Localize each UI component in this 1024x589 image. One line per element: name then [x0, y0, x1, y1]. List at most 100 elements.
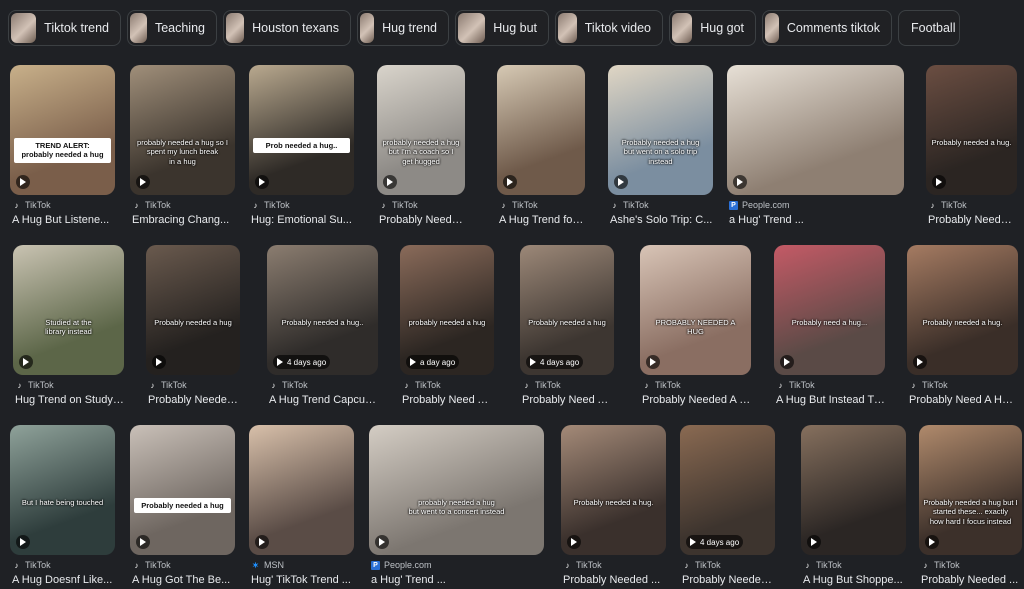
video-play-badge[interactable]	[19, 355, 33, 369]
result-title[interactable]: a Hug' Trend ...	[371, 574, 544, 586]
result-thumbnail[interactable]: Probably needed a hug but went on a solo…	[608, 65, 713, 195]
video-play-badge[interactable]	[567, 535, 581, 549]
related-search-chip[interactable]: Hug but	[455, 10, 549, 46]
related-search-chip[interactable]: Football	[898, 10, 960, 46]
result-thumbnail[interactable]: Probably needed a hug	[146, 245, 240, 375]
related-search-chip[interactable]: Hug got	[669, 10, 756, 46]
video-play-badge[interactable]	[16, 535, 30, 549]
image-result-card[interactable]: PROBABLY NEEDED A HUG ♪ TikTok Probably Nee…	[640, 245, 751, 409]
result-title[interactable]: Probably Need A H...	[402, 394, 494, 406]
result-title[interactable]: Embracing Chang...	[132, 214, 235, 226]
video-play-badge[interactable]	[255, 175, 269, 189]
result-source[interactable]: ♪ TikTok	[803, 559, 842, 571]
image-result-card[interactable]: 4 days ago ♪ TikTok Probably Needed ...	[680, 425, 775, 589]
result-thumbnail[interactable]: Probably needed a hug.	[926, 65, 1017, 195]
result-title[interactable]: Probably Need A H...	[522, 394, 614, 406]
result-title[interactable]: Probably Need A Hug ...	[909, 394, 1018, 406]
video-play-badge[interactable]: 4 days ago	[526, 355, 584, 369]
result-thumbnail[interactable]	[249, 425, 354, 555]
result-thumbnail[interactable]: probably needed a hug but went to a conc…	[369, 425, 544, 555]
video-play-badge[interactable]	[913, 355, 927, 369]
result-source[interactable]: ♪ TikTok	[921, 559, 960, 571]
result-title[interactable]: Hug: Emotional Su...	[251, 214, 354, 226]
image-result-card[interactable]: Probably needed a hug but went on a solo…	[608, 65, 713, 229]
image-result-card[interactable]: TREND ALERT: probably needed a hug ♪ TikTo…	[10, 65, 115, 229]
video-play-badge[interactable]	[383, 175, 397, 189]
image-result-card[interactable]: But I hate being touched ♪ TikTok A Hug Doe…	[10, 425, 115, 589]
image-result-card[interactable]: Probably needed a hug 4 days ago ♪ TikTok Pr…	[520, 245, 614, 409]
image-result-card[interactable]: Probably needed a hug ♪ TikTok A Hug Got Th…	[130, 425, 235, 589]
result-source[interactable]: ♪ TikTok	[522, 379, 561, 391]
related-search-chip[interactable]: Teaching	[127, 10, 217, 46]
result-title[interactable]: A Hug Got The Be...	[132, 574, 235, 586]
image-result-card[interactable]: ♪ TikTok A Hug Trend for Te...	[497, 65, 585, 229]
video-play-badge[interactable]	[932, 175, 946, 189]
image-result-card[interactable]: probably needed a hug but went to a conc…	[369, 425, 544, 589]
result-thumbnail[interactable]: probably needed a hug so I spent my lunc…	[130, 65, 235, 195]
result-title[interactable]: Probably Needed A H...	[642, 394, 751, 406]
result-thumbnail[interactable]	[497, 65, 585, 195]
image-result-card[interactable]: Studied at the library instead ♪ TikTok Hug…	[13, 245, 124, 409]
result-source[interactable]: ♪ TikTok	[563, 559, 602, 571]
result-thumbnail[interactable]: Probably needed a hug but I started thes…	[919, 425, 1022, 555]
video-play-badge[interactable]: a day ago	[406, 355, 460, 369]
related-search-chip[interactable]: Houston texans	[223, 10, 351, 46]
result-thumbnail[interactable]: TREND ALERT: probably needed a hug	[10, 65, 115, 195]
video-play-badge[interactable]	[375, 535, 389, 549]
result-title[interactable]: Probably Needed ...	[921, 574, 1022, 586]
video-play-badge[interactable]	[136, 175, 150, 189]
related-search-chip[interactable]: Tiktok trend	[8, 10, 121, 46]
result-thumbnail[interactable]: Probably needed a hug.	[907, 245, 1018, 375]
result-title[interactable]: Ashe's Solo Trip: C...	[610, 214, 713, 226]
related-search-chip[interactable]: Tiktok video	[555, 10, 663, 46]
video-play-badge[interactable]	[614, 175, 628, 189]
video-play-badge[interactable]	[925, 535, 939, 549]
result-thumbnail[interactable]: Probably needed a hug 4 days ago	[520, 245, 614, 375]
result-source[interactable]: ♪ TikTok	[776, 379, 815, 391]
result-title[interactable]: Hug' TikTok Trend ...	[251, 574, 354, 586]
image-result-card[interactable]: probably needed a hug a day ago ♪ TikTok Pro…	[400, 245, 494, 409]
result-title[interactable]: Probably Needed ...	[379, 214, 465, 226]
result-source[interactable]: ♪ TikTok	[909, 379, 948, 391]
image-result-card[interactable]: Probably needed a hug but I started thes…	[919, 425, 1022, 589]
result-title[interactable]: A Hug But Listene...	[12, 214, 115, 226]
result-source[interactable]: ♪ TikTok	[499, 199, 538, 211]
result-thumbnail[interactable]: Probably needed a hug.. 4 days ago	[267, 245, 378, 375]
image-result-card[interactable]: probably needed a hug so I spent my lunc…	[130, 65, 235, 229]
result-thumbnail[interactable]: Probably needed a hug.	[561, 425, 666, 555]
result-thumbnail[interactable]: probably needed a hug a day ago	[400, 245, 494, 375]
result-thumbnail[interactable]: Studied at the library instead	[13, 245, 124, 375]
image-result-card[interactable]: ✶ MSN Hug' TikTok Trend ...	[249, 425, 354, 589]
result-title[interactable]: Probably Needed ...	[148, 394, 240, 406]
result-thumbnail[interactable]: Probably needed a hug	[130, 425, 235, 555]
result-thumbnail[interactable]	[727, 65, 904, 195]
result-source[interactable]: P People.com	[371, 559, 432, 571]
video-play-badge[interactable]	[136, 535, 150, 549]
related-search-chip[interactable]: Comments tiktok	[762, 10, 892, 46]
image-result-card[interactable]: Probably needed a hug ♪ TikTok Probably Nee…	[146, 245, 240, 409]
result-source[interactable]: ♪ TikTok	[379, 199, 418, 211]
video-play-badge[interactable]	[807, 535, 821, 549]
result-source[interactable]: ♪ TikTok	[148, 379, 187, 391]
result-title[interactable]: A Hug But Instead Tre...	[776, 394, 885, 406]
video-play-badge[interactable]	[646, 355, 660, 369]
image-result-card[interactable]: Probably needed a hug. ♪ TikTok Probably Ne…	[907, 245, 1018, 409]
image-result-card[interactable]: Probably need a hug... ♪ TikTok A Hug But I…	[774, 245, 885, 409]
video-play-badge[interactable]	[780, 355, 794, 369]
video-play-badge[interactable]: 4 days ago	[273, 355, 331, 369]
image-result-card[interactable]: Probably needed a hug. ♪ TikTok Probably Ne…	[561, 425, 666, 589]
result-source[interactable]: ♪ TikTok	[402, 379, 441, 391]
image-result-card[interactable]: probably needed a hug but I'm a coach so…	[377, 65, 465, 229]
result-thumbnail[interactable]: probably needed a hug but I'm a coach so…	[377, 65, 465, 195]
video-play-badge[interactable]: 4 days ago	[686, 535, 744, 549]
video-play-badge[interactable]	[152, 355, 166, 369]
result-title[interactable]: A Hug But Shoppe...	[803, 574, 906, 586]
result-source[interactable]: ♪ TikTok	[682, 559, 721, 571]
image-result-card[interactable]: Probably needed a hug. ♪ TikTok Probably Ne…	[926, 65, 1017, 229]
result-thumbnail[interactable]	[801, 425, 906, 555]
result-thumbnail[interactable]: Prob needed a hug..	[249, 65, 354, 195]
video-play-badge[interactable]	[733, 175, 747, 189]
result-source[interactable]: ♪ TikTok	[15, 379, 54, 391]
image-result-card[interactable]: Prob needed a hug.. ♪ TikTok Hug: Emotional…	[249, 65, 354, 229]
video-play-badge[interactable]	[255, 535, 269, 549]
